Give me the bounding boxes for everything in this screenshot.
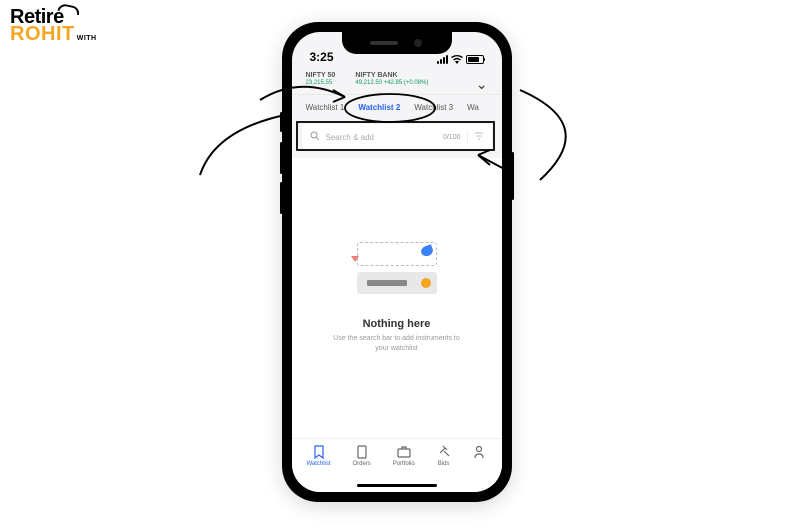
nav-label: Watchlist bbox=[306, 461, 330, 467]
battery-icon bbox=[466, 55, 484, 64]
search-counter: 0/100 bbox=[443, 134, 461, 141]
index-name: NIFTY BANK bbox=[355, 72, 428, 79]
nav-profile[interactable] bbox=[472, 445, 486, 461]
nav-watchlist[interactable]: Watchlist bbox=[306, 445, 330, 467]
tab-watchlist3[interactable]: Watchlist 3 bbox=[414, 103, 453, 112]
tab-watchlist1[interactable]: Watchlist 1 bbox=[306, 103, 345, 112]
index-nifty50[interactable]: NIFTY 50 23,215.55 bbox=[306, 72, 336, 86]
index-name: NIFTY 50 bbox=[306, 72, 336, 79]
brand-logo: Retire ROHITWITH bbox=[10, 8, 97, 44]
tab-watchlist-more[interactable]: Wa bbox=[467, 103, 479, 112]
logo-tag: WITH bbox=[77, 35, 97, 42]
phone-frame: 3:25 NIFTY 50 23,215.55 NIFTY BANK 49,21… bbox=[282, 22, 512, 502]
nav-bids[interactable]: Bids bbox=[437, 445, 451, 467]
logo-line2: ROHIT bbox=[10, 23, 75, 45]
empty-state: Nothing here Use the search bar to add i… bbox=[292, 158, 502, 438]
market-indices: NIFTY 50 23,215.55 NIFTY BANK 49,212.50 … bbox=[292, 66, 502, 95]
briefcase-icon bbox=[397, 445, 411, 459]
nav-label: Bids bbox=[438, 461, 450, 467]
chevron-down-icon[interactable]: ⌄ bbox=[476, 76, 488, 93]
user-icon bbox=[472, 445, 486, 459]
gavel-icon bbox=[437, 445, 451, 459]
watchlist-tabs: Watchlist 1 Watchlist 2 Watchlist 3 Wa bbox=[292, 95, 502, 120]
empty-illustration bbox=[347, 242, 447, 302]
nav-label: Portfolio bbox=[393, 461, 415, 467]
wifi-icon bbox=[451, 55, 463, 64]
bookmark-icon bbox=[312, 445, 326, 459]
nav-label: Orders bbox=[352, 461, 370, 467]
book-icon bbox=[355, 445, 369, 459]
search-icon bbox=[310, 131, 320, 144]
home-indicator bbox=[357, 484, 437, 487]
tab-watchlist2[interactable]: Watchlist 2 bbox=[358, 103, 400, 112]
bottom-nav: Watchlist Orders Portfolio Bids bbox=[292, 438, 502, 492]
search-box[interactable]: 0/100 bbox=[302, 124, 492, 150]
signal-icon bbox=[437, 55, 448, 64]
status-time: 3:25 bbox=[310, 50, 334, 64]
search-input[interactable] bbox=[326, 133, 437, 142]
empty-title: Nothing here bbox=[363, 318, 431, 330]
index-value: 49,212.50 +42.85 (+0.08%) bbox=[355, 80, 428, 86]
index-niftybank[interactable]: NIFTY BANK 49,212.50 +42.85 (+0.08%) bbox=[355, 72, 428, 86]
phone-notch bbox=[342, 32, 452, 54]
index-value: 23,215.55 bbox=[306, 80, 336, 86]
nav-portfolio[interactable]: Portfolio bbox=[393, 445, 415, 467]
filter-icon[interactable] bbox=[467, 131, 484, 144]
empty-subtitle: Use the search bar to add instruments to… bbox=[327, 334, 467, 354]
nav-orders[interactable]: Orders bbox=[352, 445, 370, 467]
